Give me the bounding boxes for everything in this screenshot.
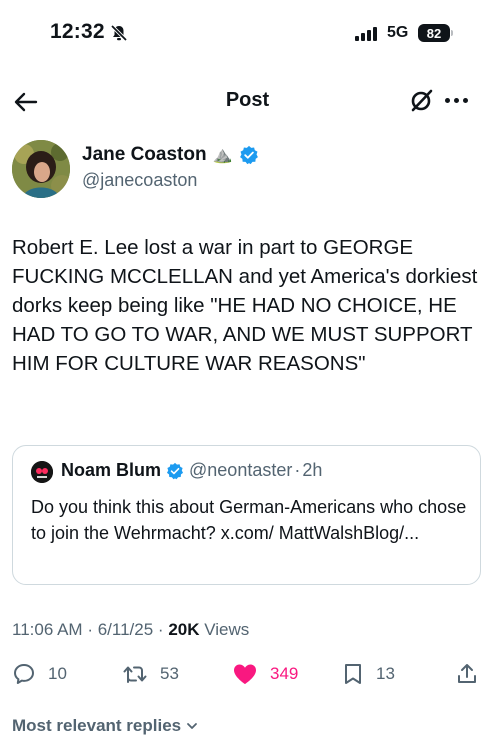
reply-icon bbox=[14, 664, 34, 684]
bookmark-icon bbox=[345, 664, 361, 684]
repost-icon bbox=[123, 666, 147, 683]
replies-sort-label: Most relevant replies bbox=[12, 716, 182, 735]
author-avatar[interactable] bbox=[12, 140, 70, 198]
grok-icon[interactable] bbox=[408, 88, 434, 114]
battery-level: 82 bbox=[426, 25, 442, 41]
tweet-time: 11:06 AM bbox=[12, 620, 83, 639]
quote-separator: · bbox=[294, 460, 301, 480]
like-button[interactable]: 349 bbox=[232, 662, 298, 686]
quote-author-handle[interactable]: @neontaster bbox=[189, 460, 292, 481]
like-count: 349 bbox=[270, 664, 299, 683]
quote-header: Noam Blum @neontaster · 2h bbox=[61, 460, 322, 481]
meta-separator: · bbox=[157, 620, 164, 639]
tweet-text: Robert E. Lee lost a war in part to GEOR… bbox=[12, 236, 484, 375]
more-options-icon[interactable] bbox=[445, 98, 468, 103]
reply-button[interactable]: 10 bbox=[12, 662, 67, 686]
author-name-row[interactable]: Jane Coaston ⛰️ bbox=[82, 144, 259, 166]
replies-sort-dropdown[interactable]: Most relevant replies bbox=[12, 716, 199, 736]
verified-badge-icon bbox=[239, 145, 258, 165]
share-icon[interactable] bbox=[455, 662, 479, 686]
chevron-down-icon bbox=[187, 723, 198, 729]
quoted-tweet-card[interactable]: Noam Blum @neontaster · 2h Do you think … bbox=[12, 445, 481, 585]
verified-badge-icon bbox=[166, 462, 184, 479]
author-name[interactable]: Jane Coaston bbox=[82, 144, 207, 166]
bookmark-count: 13 bbox=[376, 664, 395, 683]
quote-author-avatar[interactable] bbox=[31, 461, 53, 483]
repost-button[interactable]: 53 bbox=[122, 662, 179, 686]
battery-cap bbox=[451, 30, 453, 36]
bookmark-button[interactable]: 13 bbox=[342, 662, 395, 686]
quote-author-name[interactable]: Noam Blum bbox=[61, 460, 161, 481]
meta-separator: · bbox=[87, 620, 93, 639]
mountain-emoji: ⛰️ bbox=[212, 147, 233, 164]
bell-muted-icon bbox=[110, 24, 128, 42]
tweet-date: 6/11/25 bbox=[97, 620, 154, 639]
quote-timestamp: 2h bbox=[302, 460, 323, 480]
tweet-meta: 11:06 AM · 6/11/25 · 20K Views bbox=[12, 620, 249, 640]
network-type: 5G bbox=[387, 24, 409, 41]
battery-icon: 82 bbox=[418, 24, 450, 42]
reply-count: 10 bbox=[48, 664, 67, 683]
quote-text: Do you think this about German-Americans… bbox=[31, 497, 467, 543]
views-count: 20K bbox=[168, 620, 200, 639]
repost-count: 53 bbox=[160, 664, 179, 683]
heart-filled-icon bbox=[234, 664, 256, 684]
author-handle[interactable]: @janecoaston bbox=[82, 170, 197, 191]
views-label: Views bbox=[204, 620, 250, 639]
status-time: 12:32 bbox=[50, 20, 105, 43]
cellular-signal-icon bbox=[355, 27, 377, 41]
